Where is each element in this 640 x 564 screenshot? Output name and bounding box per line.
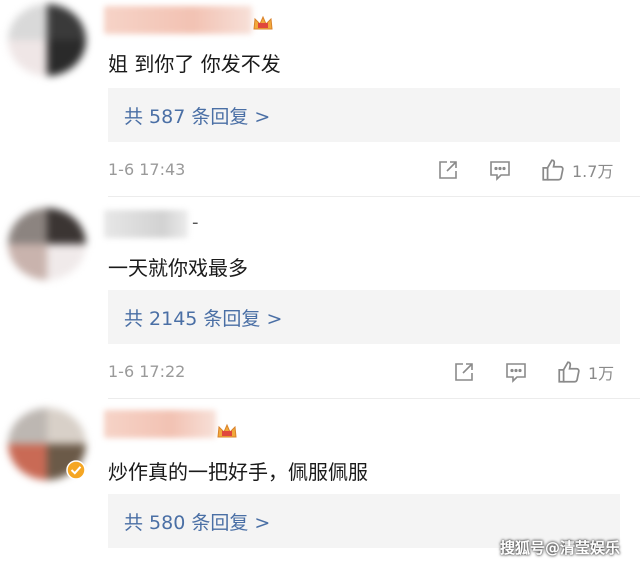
view-replies-link[interactable]: 共 587 条回复 >	[124, 102, 270, 129]
username[interactable]	[104, 210, 188, 238]
view-replies-link[interactable]: 共 580 条回复 >	[124, 508, 270, 535]
divider	[108, 398, 640, 399]
like-count: 1万	[588, 364, 615, 383]
username[interactable]	[104, 6, 252, 34]
like-count: 1.7万	[572, 162, 614, 181]
avatar[interactable]	[8, 208, 86, 280]
action-bar: 1.7万	[430, 154, 630, 186]
share-button[interactable]	[452, 356, 476, 388]
username-suffix: -	[192, 212, 199, 233]
comment-button[interactable]	[504, 356, 528, 388]
vip-crown-icon	[217, 423, 237, 438]
like-button[interactable]: 1万	[556, 356, 614, 388]
reply-box[interactable]: 共 587 条回复 >	[108, 88, 620, 142]
comment-icon	[490, 161, 510, 181]
comment-text: 姐 到你了 你发不发	[108, 52, 281, 76]
username[interactable]	[104, 410, 216, 438]
comment-icon	[506, 363, 526, 383]
share-icon	[439, 161, 457, 179]
action-bar: 1万	[430, 356, 630, 388]
comment-button[interactable]	[488, 154, 512, 186]
vip-crown-icon	[253, 15, 273, 30]
avatar[interactable]	[8, 4, 86, 76]
timestamp: 1-6 17:43	[108, 160, 186, 179]
thumbs-up-icon	[558, 361, 580, 383]
view-replies-link[interactable]: 共 2145 条回复 >	[124, 304, 282, 331]
watermark: 搜狐号@清莹娱乐	[500, 539, 621, 557]
timestamp: 1-6 17:22	[108, 362, 186, 381]
verified-icon	[66, 460, 86, 480]
share-button[interactable]	[436, 154, 460, 186]
comment-text: 炒作真的一把好手，佩服佩服	[108, 460, 368, 484]
divider	[108, 196, 640, 197]
comment-text: 一天就你戏最多	[108, 256, 248, 280]
like-button[interactable]: 1.7万	[540, 154, 613, 186]
share-icon	[455, 363, 473, 381]
reply-box[interactable]: 共 2145 条回复 >	[108, 290, 620, 344]
thumbs-up-icon	[542, 159, 564, 181]
